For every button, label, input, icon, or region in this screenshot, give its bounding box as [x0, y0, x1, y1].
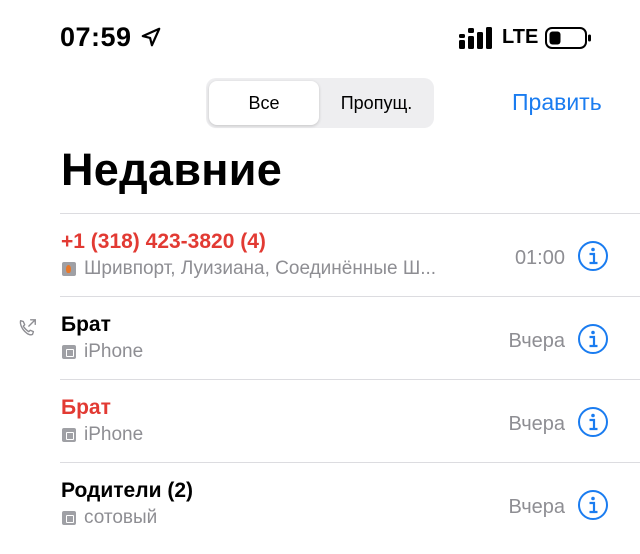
call-name: +1 (318) 423-3820 (4)	[61, 230, 266, 253]
call-subtitle: Шривпорт, Луизиана, Соединённые Ш...	[62, 258, 436, 280]
call-time: Вчера	[508, 413, 565, 435]
info-icon[interactable]	[577, 489, 609, 521]
outgoing-call-icon	[19, 319, 36, 336]
phone-type-icon	[62, 511, 76, 525]
call-row[interactable]: Брат iPhone Вчера	[19, 296, 640, 379]
call-subtitle: сотовый	[62, 507, 157, 529]
edit-button[interactable]: Править	[512, 89, 602, 116]
status-bar: 07:59 LTE	[0, 0, 640, 76]
battery-icon	[545, 27, 591, 49]
carrier-label: LTE	[502, 26, 539, 48]
call-name: Брат	[61, 396, 111, 419]
call-row[interactable]: +1 (318) 423-3820 (4) Шривпорт, Луизиана…	[60, 213, 640, 296]
status-time: 07:59	[60, 22, 132, 52]
page-title: Недавние	[61, 144, 283, 195]
phone-type-icon	[62, 428, 76, 442]
call-name: Родители (2)	[61, 479, 193, 502]
call-time: 01:00	[514, 247, 565, 269]
flag-icon	[62, 262, 76, 276]
call-row[interactable]: Родители (2) сотовый Вчера	[60, 462, 640, 545]
call-name: Брат	[61, 313, 111, 336]
segment-all[interactable]: Все	[209, 81, 319, 125]
call-time: Вчера	[508, 330, 565, 352]
call-subtitle-text: iPhone	[84, 424, 144, 445]
call-time: Вчера	[508, 496, 565, 518]
info-icon[interactable]	[577, 323, 609, 355]
calls-filter-segmented-control: Все Пропущ.	[206, 78, 434, 128]
location-arrow-icon	[141, 27, 161, 47]
call-subtitle-text: Шривпорт, Луизиана, Соединённые Ш...	[84, 258, 437, 279]
call-row[interactable]: Брат iPhone Вчера	[60, 379, 640, 462]
call-subtitle: iPhone	[62, 424, 143, 446]
call-subtitle-text: iPhone	[84, 341, 144, 362]
phone-type-icon	[62, 345, 76, 359]
signal-bars-icon	[459, 27, 492, 49]
recent-calls-list: +1 (318) 423-3820 (4) Шривпорт, Луизиана…	[19, 213, 640, 545]
call-subtitle: iPhone	[62, 341, 143, 363]
call-subtitle-text: сотовый	[84, 507, 158, 528]
segment-missed[interactable]: Пропущ.	[322, 81, 431, 125]
info-icon[interactable]	[577, 240, 609, 272]
info-icon[interactable]	[577, 406, 609, 438]
